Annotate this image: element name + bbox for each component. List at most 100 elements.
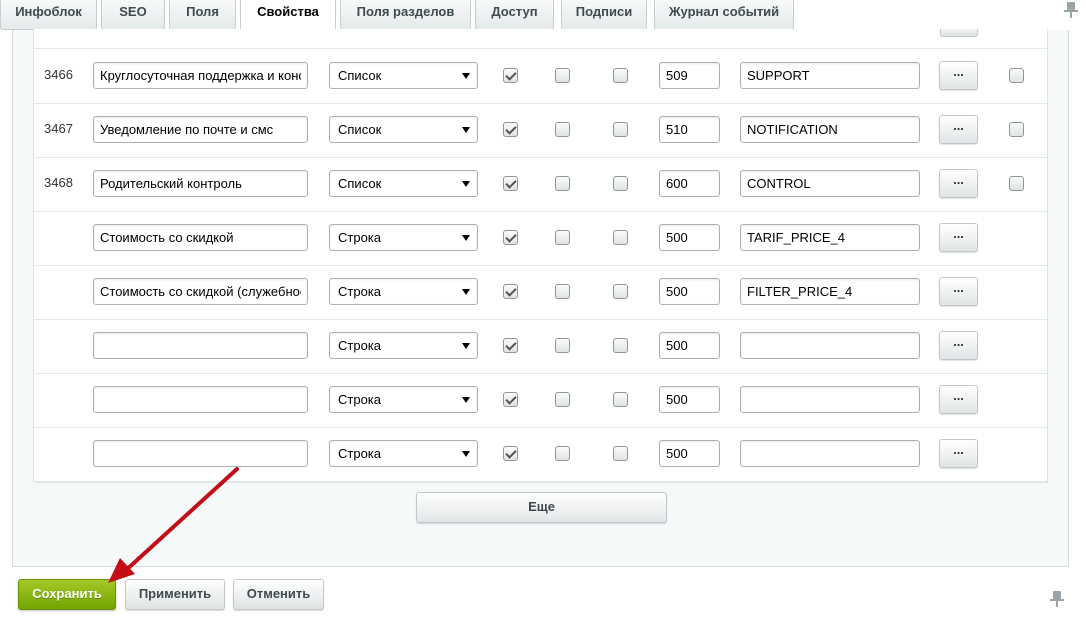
property-flag-checkbox[interactable] <box>503 446 518 461</box>
sort-input[interactable] <box>659 278 720 305</box>
code-input[interactable] <box>740 332 920 359</box>
property-flag-checkbox[interactable] <box>503 338 518 353</box>
property-name-input[interactable] <box>93 62 308 89</box>
property-type-value: Строка <box>338 392 382 407</box>
property-flag-checkbox[interactable] <box>613 446 628 461</box>
table-row: 3467 Список... <box>34 103 1047 157</box>
property-flag-checkbox[interactable] <box>503 68 518 83</box>
property-name-input[interactable] <box>93 440 308 467</box>
property-flag-checkbox[interactable] <box>555 176 570 191</box>
tab-event-log[interactable]: Журнал событий <box>654 0 794 30</box>
property-type-value: Строка <box>338 230 382 245</box>
property-type-select[interactable]: Список <box>329 116 478 143</box>
delete-checkbox[interactable] <box>1009 122 1024 137</box>
property-type-select[interactable]: Строка <box>329 278 478 305</box>
tab-bar: Инфоблок SEO Поля Свойства Поля разделов… <box>0 0 1086 31</box>
property-name-input[interactable] <box>93 332 308 359</box>
property-flag-checkbox[interactable] <box>555 338 570 353</box>
property-flag-checkbox[interactable] <box>613 230 628 245</box>
sort-input[interactable] <box>659 332 720 359</box>
chevron-down-icon <box>462 127 470 133</box>
property-flag-checkbox[interactable] <box>503 284 518 299</box>
property-type-select[interactable]: Строка <box>329 440 478 467</box>
property-flag-checkbox[interactable] <box>503 176 518 191</box>
cancel-button[interactable]: Отменить <box>233 579 324 610</box>
property-settings-button[interactable]: ... <box>939 331 978 360</box>
chevron-down-icon <box>462 343 470 349</box>
property-flag-checkbox[interactable] <box>555 122 570 137</box>
property-flag-checkbox[interactable] <box>555 68 570 83</box>
tab-properties[interactable]: Свойства <box>240 0 336 31</box>
previous-row-dots-button[interactable] <box>940 29 978 37</box>
property-flag-checkbox[interactable] <box>613 68 628 83</box>
code-input[interactable] <box>740 224 920 251</box>
sort-input[interactable] <box>659 224 720 251</box>
property-flag-checkbox[interactable] <box>613 176 628 191</box>
property-name-input[interactable] <box>93 278 308 305</box>
property-id: 3468 <box>44 175 73 190</box>
sort-input[interactable] <box>659 170 720 197</box>
delete-checkbox[interactable] <box>1009 68 1024 83</box>
property-type-value: Строка <box>338 446 382 461</box>
code-input[interactable] <box>740 116 920 143</box>
save-button[interactable]: Сохранить <box>18 579 116 610</box>
property-flag-checkbox[interactable] <box>503 122 518 137</box>
property-settings-button[interactable]: ... <box>939 439 978 468</box>
property-settings-button[interactable]: ... <box>939 385 978 414</box>
table-row: 3468 Список... <box>34 157 1047 211</box>
property-type-select[interactable]: Список <box>329 62 478 89</box>
property-settings-button[interactable]: ... <box>939 61 978 90</box>
property-name-input[interactable] <box>93 170 308 197</box>
property-flag-checkbox[interactable] <box>613 338 628 353</box>
property-flag-checkbox[interactable] <box>503 392 518 407</box>
property-type-value: Строка <box>338 284 382 299</box>
apply-button[interactable]: Применить <box>125 579 225 610</box>
sort-input[interactable] <box>659 386 720 413</box>
property-settings-button[interactable]: ... <box>939 223 978 252</box>
property-flag-checkbox[interactable] <box>503 230 518 245</box>
code-input[interactable] <box>740 278 920 305</box>
delete-checkbox[interactable] <box>1009 176 1024 191</box>
sort-input[interactable] <box>659 116 720 143</box>
property-settings-button[interactable]: ... <box>939 169 978 198</box>
property-flag-checkbox[interactable] <box>555 392 570 407</box>
code-input[interactable] <box>740 62 920 89</box>
property-type-select[interactable]: Строка <box>329 386 478 413</box>
tab-infoblock[interactable]: Инфоблок <box>0 0 97 30</box>
code-input[interactable] <box>740 170 920 197</box>
property-name-input[interactable] <box>93 386 308 413</box>
property-type-select[interactable]: Строка <box>329 224 478 251</box>
table-row: Строка... <box>34 319 1047 373</box>
tab-access[interactable]: Доступ <box>475 0 554 30</box>
property-flag-checkbox[interactable] <box>555 284 570 299</box>
tab-section-fields[interactable]: Поля разделов <box>340 0 471 30</box>
table-row: Строка... <box>34 211 1047 265</box>
chevron-down-icon <box>462 451 470 457</box>
chevron-down-icon <box>462 181 470 187</box>
tab-seo[interactable]: SEO <box>101 0 165 30</box>
footer-pin-icon[interactable] <box>1050 591 1064 607</box>
property-type-select[interactable]: Список <box>329 170 478 197</box>
table-row: Строка... <box>34 427 1047 481</box>
property-flag-checkbox[interactable] <box>555 230 570 245</box>
table-row: 3466 Список... <box>34 49 1047 103</box>
property-name-input[interactable] <box>93 116 308 143</box>
more-button[interactable]: Еще <box>416 492 667 523</box>
sort-input[interactable] <box>659 440 720 467</box>
chevron-down-icon <box>462 235 470 241</box>
tab-captions[interactable]: Подписи <box>561 0 647 30</box>
code-input[interactable] <box>740 440 920 467</box>
property-settings-button[interactable]: ... <box>939 277 978 306</box>
code-input[interactable] <box>740 386 920 413</box>
property-flag-checkbox[interactable] <box>613 122 628 137</box>
property-settings-button[interactable]: ... <box>939 115 978 144</box>
chevron-down-icon <box>462 289 470 295</box>
sort-input[interactable] <box>659 62 720 89</box>
tab-fields[interactable]: Поля <box>169 0 236 30</box>
property-name-input[interactable] <box>93 224 308 251</box>
pin-icon[interactable] <box>1064 2 1078 18</box>
property-flag-checkbox[interactable] <box>555 446 570 461</box>
property-flag-checkbox[interactable] <box>613 392 628 407</box>
property-flag-checkbox[interactable] <box>613 284 628 299</box>
property-type-select[interactable]: Строка <box>329 332 478 359</box>
